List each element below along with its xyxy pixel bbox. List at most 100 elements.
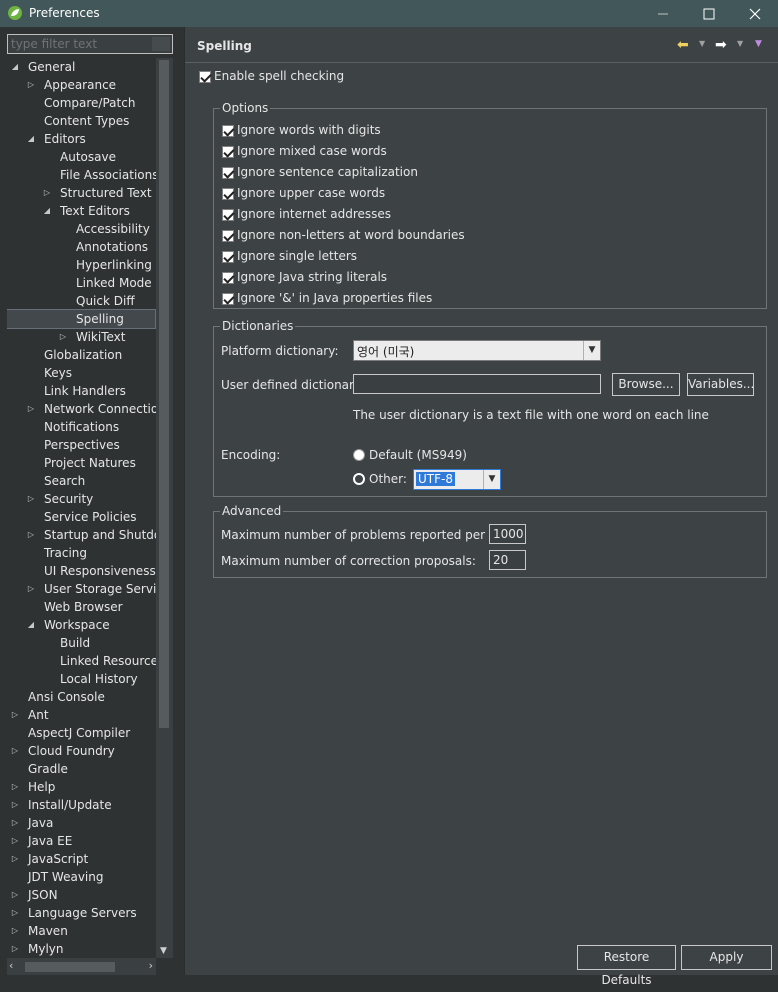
tree-item[interactable]: Build bbox=[7, 634, 156, 652]
max-problems-input[interactable]: 1000 bbox=[489, 524, 526, 544]
minimize-button[interactable] bbox=[640, 0, 686, 27]
collapsed-twisty-icon[interactable]: ▷ bbox=[10, 850, 20, 868]
tree-item[interactable]: Linked Resources bbox=[7, 652, 156, 670]
option-checkbox[interactable] bbox=[222, 209, 234, 221]
tree-item[interactable]: Spelling bbox=[7, 309, 156, 329]
tree-item[interactable]: AspectJ Compiler bbox=[7, 724, 156, 742]
collapsed-twisty-icon[interactable]: ▷ bbox=[10, 796, 20, 814]
tree-item[interactable]: Link Handlers bbox=[7, 382, 156, 400]
tree-item[interactable]: ▷ Ant bbox=[7, 706, 156, 724]
tree-item[interactable]: ▷ Language Servers bbox=[7, 904, 156, 922]
tree-item[interactable]: Linked Mode bbox=[7, 274, 156, 292]
default-encoding-radio[interactable] bbox=[353, 449, 365, 461]
tree-item[interactable]: Content Types bbox=[7, 112, 156, 130]
collapsed-twisty-icon[interactable]: ▷ bbox=[26, 76, 36, 94]
option-checkbox[interactable] bbox=[222, 188, 234, 200]
option-checkbox[interactable] bbox=[222, 251, 234, 263]
collapsed-twisty-icon[interactable]: ▷ bbox=[42, 184, 52, 202]
tree-item[interactable]: Service Policies bbox=[7, 508, 156, 526]
forward-arrow-icon[interactable]: ➡ bbox=[715, 37, 727, 53]
option-checkbox[interactable] bbox=[222, 146, 234, 158]
collapsed-twisty-icon[interactable]: ▷ bbox=[26, 580, 36, 598]
tree-item[interactable]: ▷ Java bbox=[7, 814, 156, 832]
close-button[interactable] bbox=[732, 0, 778, 27]
tree-item[interactable]: ◢ Text Editors bbox=[7, 202, 156, 220]
restore-defaults-button[interactable]: Restore Defaults bbox=[577, 945, 676, 987]
tree-item[interactable]: Web Browser bbox=[7, 598, 156, 616]
collapsed-twisty-icon[interactable]: ▷ bbox=[10, 814, 20, 832]
collapsed-twisty-icon[interactable]: ▷ bbox=[26, 526, 36, 544]
collapsed-twisty-icon[interactable]: ▷ bbox=[10, 886, 20, 904]
view-menu-icon[interactable]: ▼ bbox=[755, 39, 762, 49]
back-arrow-icon[interactable]: ⬅ bbox=[677, 37, 689, 53]
expanded-twisty-icon[interactable]: ◢ bbox=[26, 130, 36, 148]
tree-item[interactable]: Accessibility bbox=[7, 220, 156, 238]
tree-item[interactable]: ▷ JSON bbox=[7, 886, 156, 904]
tree-vertical-scrollbar[interactable]: ▼ bbox=[156, 58, 173, 958]
tree-item[interactable]: ◢ Workspace bbox=[7, 616, 156, 634]
tree-item[interactable]: ▷ Cloud Foundry bbox=[7, 742, 156, 760]
option-checkbox[interactable] bbox=[222, 272, 234, 284]
variables-button[interactable]: Variables... bbox=[687, 373, 754, 396]
expanded-twisty-icon[interactable]: ◢ bbox=[10, 58, 20, 76]
tree-item[interactable]: ▷ Structured Text Ed bbox=[7, 184, 156, 202]
tree-item[interactable]: ▷ Java EE bbox=[7, 832, 156, 850]
option-checkbox[interactable] bbox=[222, 293, 234, 305]
tree-horizontal-scrollbar[interactable]: ‹ › bbox=[7, 958, 156, 975]
collapsed-twisty-icon[interactable]: ▷ bbox=[26, 400, 36, 418]
scrollbar-thumb[interactable] bbox=[159, 60, 169, 728]
tree-item[interactable]: JDT Weaving bbox=[7, 868, 156, 886]
tree-item[interactable]: File Associations bbox=[7, 166, 156, 184]
option-checkbox[interactable] bbox=[222, 230, 234, 242]
scrollbar-thumb[interactable] bbox=[25, 962, 115, 972]
tree-item[interactable]: Perspectives bbox=[7, 436, 156, 454]
collapsed-twisty-icon[interactable]: ▷ bbox=[58, 328, 68, 346]
tree-item[interactable]: ▷ Network Connections bbox=[7, 400, 156, 418]
other-encoding-select[interactable]: UTF-8 ▼ bbox=[413, 469, 501, 490]
tree-item[interactable]: Globalization bbox=[7, 346, 156, 364]
max-proposals-input[interactable]: 20 bbox=[489, 550, 526, 570]
expanded-twisty-icon[interactable]: ◢ bbox=[42, 202, 52, 220]
back-history-dropdown-icon[interactable]: ▼ bbox=[699, 39, 705, 48]
option-checkbox[interactable] bbox=[222, 167, 234, 179]
forward-history-dropdown-icon[interactable]: ▼ bbox=[737, 39, 743, 48]
tree-item[interactable]: ▷ Install/Update bbox=[7, 796, 156, 814]
collapsed-twisty-icon[interactable]: ▷ bbox=[10, 742, 20, 760]
tree-item[interactable]: ◢ General bbox=[7, 58, 156, 76]
tree-item[interactable]: ▷ Help bbox=[7, 778, 156, 796]
option-checkbox[interactable] bbox=[222, 125, 234, 137]
tree-item[interactable]: ▷ Security bbox=[7, 490, 156, 508]
filter-input[interactable] bbox=[8, 35, 172, 53]
platform-dictionary-select[interactable]: 영어 (미국) ▼ bbox=[353, 340, 601, 361]
user-dictionary-input[interactable] bbox=[353, 374, 601, 394]
tree-item[interactable]: UI Responsiveness M bbox=[7, 562, 156, 580]
tree-item[interactable]: Compare/Patch bbox=[7, 94, 156, 112]
tree-item[interactable]: Local History bbox=[7, 670, 156, 688]
collapsed-twisty-icon[interactable]: ▷ bbox=[10, 904, 20, 922]
collapsed-twisty-icon[interactable]: ▷ bbox=[10, 778, 20, 796]
tree-item[interactable]: Annotations bbox=[7, 238, 156, 256]
tree-item[interactable]: ▷ User Storage Service bbox=[7, 580, 156, 598]
enable-spell-checkbox[interactable] bbox=[199, 71, 211, 83]
tree-item[interactable]: Search bbox=[7, 472, 156, 490]
tree-item[interactable]: ▷ WikiText bbox=[7, 328, 156, 346]
browse-button[interactable]: Browse... bbox=[612, 373, 680, 396]
collapsed-twisty-icon[interactable]: ▷ bbox=[10, 832, 20, 850]
collapsed-twisty-icon[interactable]: ▷ bbox=[26, 490, 36, 508]
tree-item[interactable]: Tracing bbox=[7, 544, 156, 562]
tree-item[interactable]: ▷ JavaScript bbox=[7, 850, 156, 868]
collapsed-twisty-icon[interactable]: ▷ bbox=[10, 940, 20, 958]
tree-item[interactable]: Quick Diff bbox=[7, 292, 156, 310]
maximize-button[interactable] bbox=[686, 0, 732, 27]
tree-item[interactable]: Autosave bbox=[7, 148, 156, 166]
tree-item[interactable]: ◢ Editors bbox=[7, 130, 156, 148]
tree-item[interactable]: Keys bbox=[7, 364, 156, 382]
tree-item[interactable]: ▷ Mylyn bbox=[7, 940, 156, 958]
tree-item[interactable]: Gradle bbox=[7, 760, 156, 778]
apply-button[interactable]: Apply bbox=[681, 945, 772, 970]
tree-item[interactable]: ▷ Maven bbox=[7, 922, 156, 940]
collapsed-twisty-icon[interactable]: ▷ bbox=[10, 706, 20, 724]
scroll-right-icon[interactable]: › bbox=[149, 959, 153, 972]
scroll-left-icon[interactable]: ‹ bbox=[9, 959, 13, 972]
tree-item[interactable]: Notifications bbox=[7, 418, 156, 436]
